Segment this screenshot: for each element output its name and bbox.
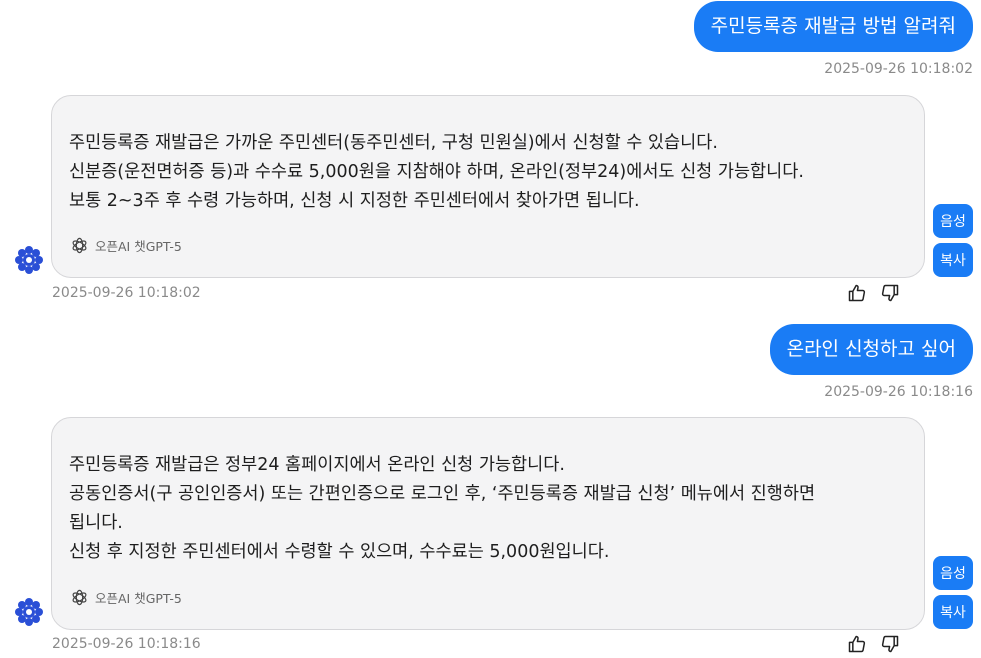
thumbs-up-icon[interactable] [847, 634, 867, 654]
user-message-bubble: 주민등록증 재발급 방법 알려줘 [693, 1, 973, 52]
assistant-message-text: 주민등록증 재발급은 가까운 주민센터(동주민센터, 구청 민원실)에서 신청할… [69, 129, 904, 216]
assistant-message-line: 신청 후 지정한 주민센터에서 수령할 수 있으며, 수수료는 5,000원입니… [69, 542, 610, 562]
flower-icon [15, 598, 43, 626]
thumbs-down-icon[interactable] [880, 283, 900, 303]
openai-logo-icon [72, 237, 87, 254]
openai-logo-icon [72, 589, 87, 606]
message-timestamp: 2025-09-26 10:18:02 [824, 61, 973, 77]
model-source: 오픈AI 챗GPT-5 [70, 588, 182, 607]
voice-button[interactable]: 음성 [933, 204, 973, 238]
copy-button[interactable]: 복사 [933, 595, 973, 629]
user-message-text: 온라인 신청하고 싶어 [786, 338, 956, 360]
assistant-message-card: 주민등록증 재발급은 정부24 홈페이지에서 온라인 신청 가능합니다. 공동인… [51, 417, 925, 630]
assistant-message-line: 공동인증서(구 공인인증서) 또는 간편인증으로 로그인 후, ‘주민등록증 재… [69, 484, 816, 504]
assistant-message-line: 주민등록증 재발급은 가까운 주민센터(동주민센터, 구청 민원실)에서 신청할… [69, 133, 718, 153]
thumbs-up-icon[interactable] [847, 283, 867, 303]
model-source: 오픈AI 챗GPT-5 [70, 236, 182, 255]
message-timestamp: 2025-09-26 10:18:16 [824, 384, 973, 400]
thumbs-down-icon[interactable] [880, 634, 900, 654]
flower-icon [15, 246, 43, 274]
copy-button[interactable]: 복사 [933, 243, 973, 277]
user-message-text: 주민등록증 재발급 방법 알려줘 [710, 15, 956, 37]
message-timestamp: 2025-09-26 10:18:16 [52, 636, 201, 652]
chat-window: 주민등록증 재발급 방법 알려줘 2025-09-26 10:18:02 주민등… [0, 0, 981, 658]
message-timestamp: 2025-09-26 10:18:02 [52, 285, 201, 301]
assistant-message-line: 주민등록증 재발급은 정부24 홈페이지에서 온라인 신청 가능합니다. [69, 455, 565, 475]
voice-button[interactable]: 음성 [933, 556, 973, 590]
model-source-label: 오픈AI 챗GPT-5 [95, 591, 182, 606]
model-source-label: 오픈AI 챗GPT-5 [95, 239, 182, 254]
assistant-message-text: 주민등록증 재발급은 정부24 홈페이지에서 온라인 신청 가능합니다. 공동인… [69, 451, 904, 567]
assistant-message-line: 보통 2~3주 후 수령 가능하며, 신청 시 지정한 주민센터에서 찾아가면 … [69, 191, 640, 211]
user-message-bubble: 온라인 신청하고 싶어 [769, 324, 973, 375]
assistant-message-line: 신분증(운전면허증 등)과 수수료 5,000원을 지참해야 하며, 온라인(정… [69, 162, 804, 182]
assistant-message-card: 주민등록증 재발급은 가까운 주민센터(동주민센터, 구청 민원실)에서 신청할… [51, 95, 925, 278]
assistant-message-line: 됩니다. [69, 513, 123, 533]
